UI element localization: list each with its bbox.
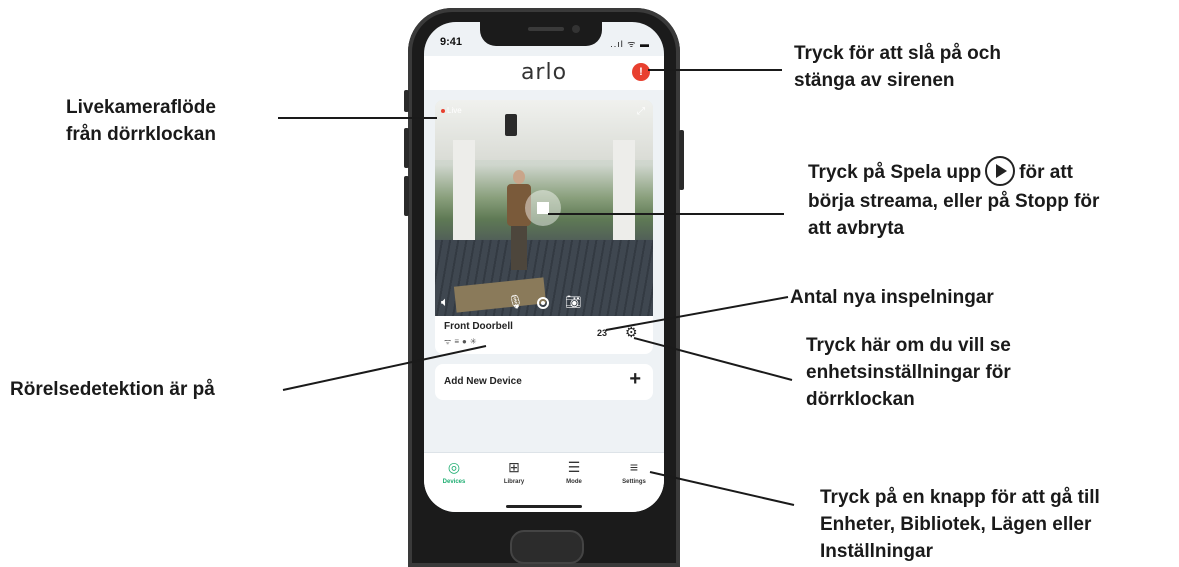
battery-icon: ≡● <box>454 337 470 346</box>
phone-notch <box>480 18 602 46</box>
expand-icon[interactable]: ⤢ <box>637 106 645 117</box>
callout-siren: Tryck för att slå på och stänga av sirene… <box>794 43 1001 91</box>
record-icon[interactable] <box>537 297 549 309</box>
plus-icon[interactable]: + <box>629 368 641 391</box>
speaker-icon[interactable]: 🔈︎ <box>441 294 449 310</box>
tab-devices[interactable]: ◎ Devices <box>424 459 484 485</box>
video-lantern <box>505 114 517 136</box>
app-header: arlo ! <box>424 56 664 90</box>
earpiece-speaker <box>528 27 564 31</box>
settings-icon: ≡ <box>629 459 639 475</box>
status-time: 9:41 <box>440 36 463 48</box>
add-device-label: Add New Device <box>444 376 522 387</box>
microphone-icon[interactable]: 🎙︎ <box>507 294 524 310</box>
bottom-tab-bar: ◎ Devices ⊞ Library ☰ Mode ≡ Settings <box>424 452 664 512</box>
callout-live-feed: Livekameraflöde från dörrklockan <box>66 97 216 145</box>
phone-volume-up <box>404 128 409 168</box>
wifi-icon: ᯤ <box>444 337 455 346</box>
callout-settings: Tryck här om du vill se enhetsinställning… <box>806 335 1011 410</box>
callout-tabs: Tryck på en knapp för att gå till Enheter… <box>820 487 1100 562</box>
play-icon <box>985 156 1016 186</box>
device-name: Front Doorbell <box>444 321 513 332</box>
devices-icon: ◎ <box>447 459 461 475</box>
tab-label: Mode <box>566 479 582 485</box>
device-card[interactable]: Front Doorbell ᯤ≡●✳ 23 ⚙ <box>435 316 653 354</box>
live-badge: Live <box>441 106 462 115</box>
add-device-card[interactable]: Add New Device + <box>435 364 653 400</box>
tab-label: Devices <box>442 479 466 485</box>
live-video-feed[interactable]: Live ⤢ 🔈︎ 🎙︎ 📷︎ <box>435 100 653 316</box>
phone-volume-down <box>404 176 409 216</box>
status-icons: ..ıl ᯤ ▬ <box>610 39 650 49</box>
mode-icon: ☰ <box>567 459 581 475</box>
home-indicator <box>506 505 582 508</box>
live-dot-icon <box>441 108 445 113</box>
library-icon: ⊞ <box>508 459 520 475</box>
callout-play-stop: Tryck på Spela upp för att börja streama,… <box>808 156 1099 242</box>
tab-mode[interactable]: ☰ Mode <box>544 459 604 485</box>
phone-side-button <box>404 90 409 112</box>
front-camera <box>572 25 580 33</box>
stop-button[interactable] <box>525 190 561 226</box>
tab-settings[interactable]: ≡ Settings <box>604 459 664 485</box>
tab-label: Settings <box>622 479 646 485</box>
new-recordings-count[interactable]: 23 <box>597 328 607 338</box>
callout-motion: Rörelsedetektion är på <box>10 379 215 400</box>
siren-icon[interactable]: ! <box>632 63 650 81</box>
phone-screen: 9:41 ..ıl ᯤ ▬ arlo ! Live ⤢ 🔈︎ 🎙︎ 📷︎ Fro… <box>424 22 664 512</box>
phone-power-button <box>679 130 684 190</box>
gear-icon[interactable]: ⚙ <box>625 324 638 341</box>
motion-detection-icon: ✳ <box>469 337 480 346</box>
tab-label: Library <box>503 479 525 485</box>
phone-bottom-button <box>510 530 584 564</box>
camera-snapshot-icon[interactable]: 📷︎ <box>565 294 582 310</box>
callout-recordings: Antal nya inspelningar <box>790 287 994 308</box>
brand-logo: arlo <box>520 60 568 85</box>
device-status-icons: ᯤ≡●✳ <box>444 336 480 347</box>
tab-library[interactable]: ⊞ Library <box>484 459 544 485</box>
